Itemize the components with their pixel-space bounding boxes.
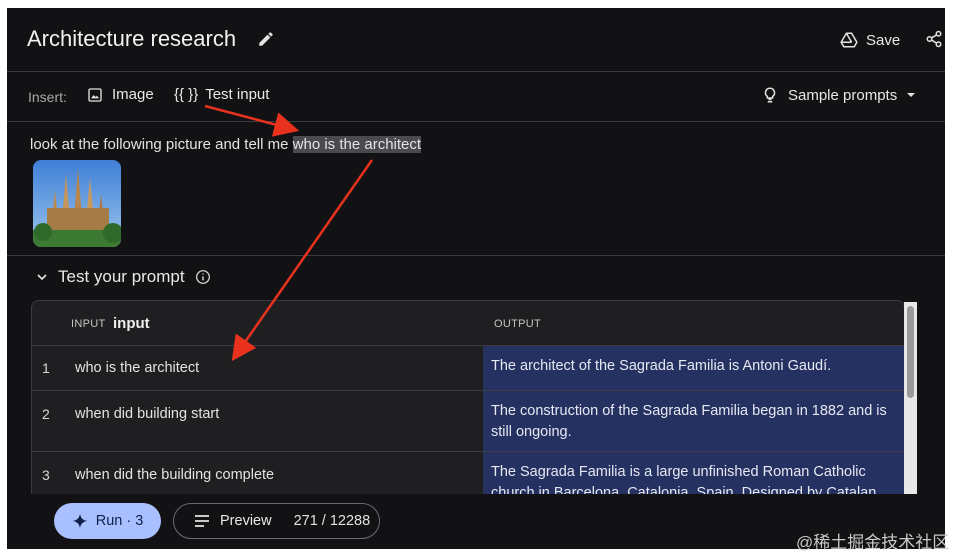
prompt-text-before: look at the following picture and tell m… [30,136,293,153]
save-label: Save [866,31,901,49]
pencil-icon[interactable] [257,30,275,48]
insert-test-input-label: Test input [205,86,270,103]
image-icon [88,87,102,102]
prompt-editor[interactable]: look at the following picture and tell m… [7,122,945,256]
scrollbar-thumb[interactable] [907,306,914,398]
row-output-cell: The architect of the Sagrada Familia is … [483,346,904,390]
table-row: 2 when did building start The constructi… [32,391,904,452]
run-button[interactable]: Run · 3 [54,503,161,539]
caret-down-icon [907,93,916,97]
row-number: 1 [42,360,50,376]
run-label: Run · 3 [95,513,144,529]
preview-lines-icon [195,515,209,527]
share-icon[interactable] [925,30,943,48]
preview-label: Preview [220,513,272,529]
row-number: 3 [42,467,50,483]
input-variable-name[interactable]: input [113,315,150,332]
insert-test-input-button[interactable]: {{ }} Test input [174,86,269,103]
sample-prompts-dropdown[interactable]: Sample prompts [761,86,916,104]
row-input-cell[interactable]: who is the architect [75,360,199,376]
chevron-down-icon [37,274,47,281]
sparkle-icon [72,513,88,529]
table-row: 1 who is the architect The architect of … [32,346,904,391]
lightbulb-icon [764,87,776,103]
test-prompt-section-header[interactable]: Test your prompt [36,267,211,287]
row-input-cell[interactable]: when did building start [75,406,219,422]
insert-toolbar: Insert: Image {{ }} Test input Sample pr… [7,72,945,122]
insert-image-button[interactable]: Image [87,86,154,103]
curly-braces-icon: {{ }} [174,86,199,103]
header: Architecture research Save [7,8,945,72]
preview-button[interactable]: Preview 271 / 12288 [173,503,380,539]
prompt-text[interactable]: look at the following picture and tell m… [30,136,422,153]
drive-icon [840,32,858,48]
output-column-label: OUTPUT [494,318,542,330]
info-icon[interactable] [195,269,211,285]
sagrada-familia-image[interactable] [33,160,121,247]
save-button[interactable]: Save [840,28,900,52]
page-title: Architecture research [27,26,237,51]
test-prompt-title: Test your prompt [58,267,185,286]
insert-image-label: Image [112,86,154,103]
row-input-cell[interactable]: when did the building complete [75,467,274,483]
row-number: 2 [42,406,50,422]
prompt-highlighted-text[interactable]: who is the architect [292,136,422,153]
row-output-cell: The construction of the Sagrada Familia … [483,391,904,451]
sample-prompts-label: Sample prompts [788,86,898,104]
app-window: Architecture research Save Insert: Image [7,8,945,549]
insert-label: Insert: [28,89,67,105]
token-count: 271 / 12288 [293,513,371,529]
input-column-label: INPUT [71,318,106,330]
watermark: @稀土掘金技术社区 [796,533,950,552]
table-header: INPUT input OUTPUT [32,301,904,346]
